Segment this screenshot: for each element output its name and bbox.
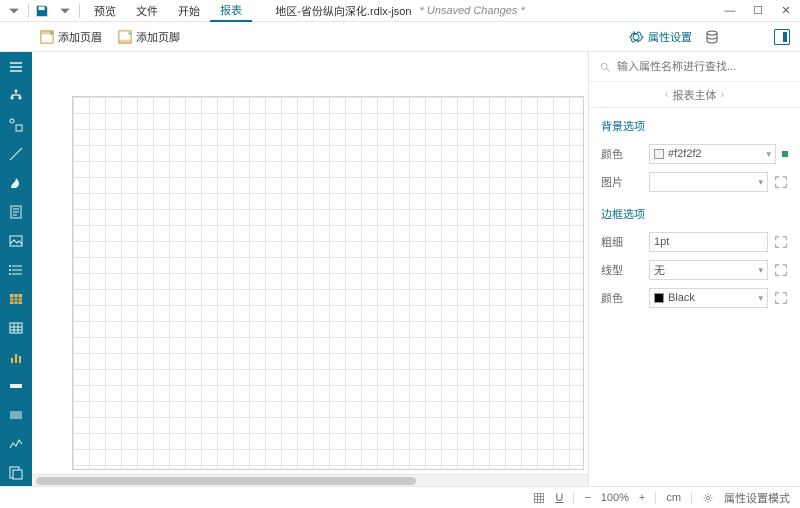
- palette-band-icon[interactable]: [2, 374, 30, 399]
- palette-hierarchy-icon[interactable]: [2, 83, 30, 108]
- menu-file[interactable]: 文件: [126, 3, 168, 19]
- bg-image-label: 图片: [601, 174, 643, 190]
- property-search[interactable]: [589, 52, 800, 82]
- underline-mode-icon[interactable]: U: [555, 492, 563, 504]
- canvas-area: [32, 52, 588, 486]
- report-page-surface[interactable]: [72, 96, 584, 470]
- zoom-value: 100%: [601, 492, 629, 504]
- menu-report[interactable]: 报表: [210, 0, 252, 22]
- bg-color-label: 颜色: [601, 146, 643, 162]
- bg-color-field[interactable]: #f2f2f2 ▾: [649, 144, 776, 164]
- unit-selector[interactable]: cm: [666, 492, 681, 504]
- expand-icon[interactable]: [774, 291, 788, 305]
- zoom-in-button[interactable]: +: [639, 492, 645, 504]
- palette-subreport-icon[interactable]: [2, 461, 30, 486]
- search-icon: [599, 61, 611, 73]
- menu-preview[interactable]: 预览: [84, 3, 126, 19]
- bg-color-modified-dot: [782, 151, 788, 157]
- palette-sparkline-icon[interactable]: [2, 432, 30, 457]
- border-style-label: 线型: [601, 262, 643, 278]
- palette-line-icon[interactable]: [2, 141, 30, 166]
- chevron-down-icon: ▾: [766, 149, 771, 160]
- mode-label[interactable]: 属性设置模式: [724, 490, 790, 506]
- ribbon: + 添加页眉 + 添加页脚 属性设置: [0, 22, 800, 52]
- horizontal-scrollbar[interactable]: [32, 474, 588, 486]
- svg-text:+: +: [50, 31, 54, 38]
- border-color-label: 颜色: [601, 290, 643, 306]
- data-icon[interactable]: [704, 29, 720, 45]
- border-section-title: 边框选项: [589, 196, 800, 228]
- save-icon[interactable]: [35, 4, 49, 18]
- zoom-out-button[interactable]: −: [584, 492, 590, 504]
- status-bar: U − 100% + cm 属性设置模式: [0, 486, 800, 508]
- maximize-button[interactable]: ☐: [744, 0, 772, 22]
- add-footer-button[interactable]: + 添加页脚: [110, 29, 188, 45]
- minimize-button[interactable]: —: [716, 0, 744, 22]
- menubar: 预览 文件 开始 报表 地区-省份纵向深化.rdlx-json * Unsave…: [0, 0, 800, 22]
- add-header-button[interactable]: + 添加页眉: [32, 29, 110, 45]
- panel-toggle-button[interactable]: [774, 29, 790, 45]
- palette-chart-combo-icon[interactable]: [2, 112, 30, 137]
- border-color-field[interactable]: Black ▾: [649, 288, 768, 308]
- palette-document-icon[interactable]: [2, 199, 30, 224]
- add-header-icon: +: [40, 30, 54, 44]
- border-style-field[interactable]: 无▾: [649, 260, 768, 280]
- palette-list-icon[interactable]: [2, 257, 30, 282]
- border-width-label: 粗细: [601, 234, 643, 250]
- palette-matrix-icon[interactable]: [2, 316, 30, 341]
- properties-panel: ‹ 报表主体 › 背景选项 颜色 #f2f2f2 ▾ 图片 ▾ 边框选项: [588, 52, 800, 486]
- settings-gear-icon[interactable]: [628, 29, 644, 45]
- add-footer-label: 添加页脚: [136, 29, 180, 45]
- expand-icon[interactable]: [774, 263, 788, 277]
- selection-breadcrumb[interactable]: ‹ 报表主体 ›: [589, 82, 800, 108]
- document-title: 地区-省份纵向深化.rdlx-json: [275, 3, 411, 19]
- properties-tab-label[interactable]: 属性设置: [648, 29, 692, 45]
- palette-shape-icon[interactable]: [2, 170, 30, 195]
- bg-section-title: 背景选项: [589, 108, 800, 140]
- mode-gear-icon: [702, 492, 714, 504]
- palette-barcode-icon[interactable]: [2, 403, 30, 428]
- expand-icon[interactable]: [774, 175, 788, 189]
- property-search-input[interactable]: [617, 61, 790, 73]
- app-menu-caret[interactable]: [8, 5, 20, 17]
- save-caret-icon[interactable]: [59, 5, 71, 17]
- add-header-label: 添加页眉: [58, 29, 102, 45]
- palette-table-icon[interactable]: [2, 287, 30, 312]
- palette-image-icon[interactable]: [2, 228, 30, 253]
- close-button[interactable]: ✕: [772, 0, 800, 22]
- border-width-field[interactable]: 1pt: [649, 232, 768, 252]
- tool-palette: [0, 52, 32, 486]
- palette-bar-chart-icon[interactable]: [2, 345, 30, 370]
- grid-toggle-icon[interactable]: [533, 492, 545, 504]
- expand-icon[interactable]: [774, 235, 788, 249]
- palette-menu-icon[interactable]: [2, 54, 30, 79]
- bg-image-field[interactable]: ▾: [649, 172, 768, 192]
- add-footer-icon: +: [118, 30, 132, 44]
- menu-start[interactable]: 开始: [168, 3, 210, 19]
- svg-text:+: +: [128, 31, 132, 38]
- unsaved-indicator: * Unsaved Changes *: [420, 5, 525, 17]
